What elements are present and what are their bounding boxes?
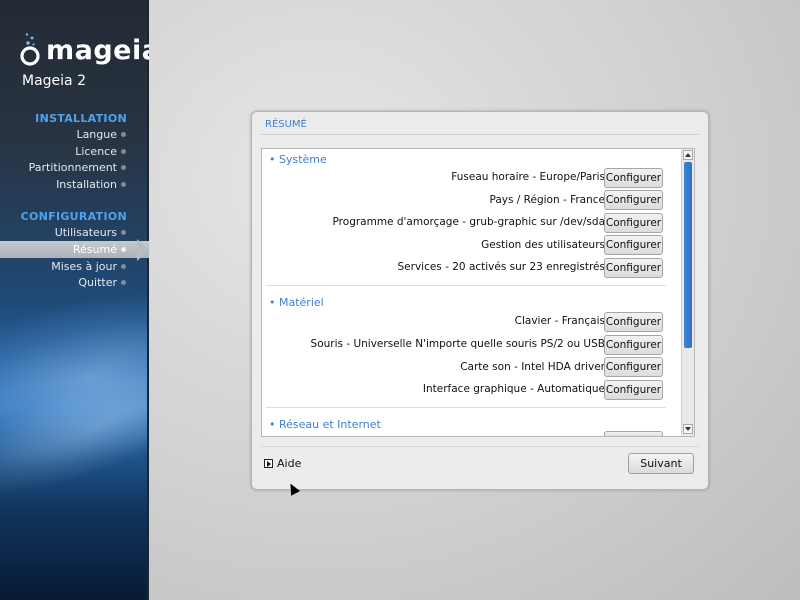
step-bullet-icon [121, 230, 126, 235]
configure-bootloader-button[interactable]: Configurer [604, 213, 663, 233]
section-title-configuration: CONFIGURATION [20, 210, 127, 223]
next-button[interactable]: Suivant [628, 453, 694, 474]
scrollbar-thumb[interactable] [684, 162, 692, 348]
step-quitter: Quitter [0, 274, 149, 291]
step-bullet-icon [121, 264, 126, 269]
help-label: Aide [277, 457, 302, 470]
configure-keyboard-button[interactable]: Configurer [604, 312, 663, 332]
footer-divider [261, 446, 699, 447]
summary-row-label: Programme d'amorçage - grub-graphic sur … [332, 216, 605, 228]
summary-row-label: Pays / Région - France [489, 194, 605, 206]
step-mises-a-jour: Mises à jour [0, 258, 149, 275]
configure-sound-card-button[interactable]: Configurer [604, 357, 663, 377]
summary-list: • Système Fuseau horaire - Europe/Paris … [261, 148, 695, 437]
section-header-reseau: • Réseau et Internet [269, 418, 381, 431]
step-label: Installation [56, 178, 117, 191]
step-bullet-icon [121, 247, 126, 252]
step-label: Quitter [78, 276, 117, 289]
configure-services-button[interactable]: Configurer [604, 258, 663, 278]
mageia-logo-icon [20, 33, 40, 66]
section-divider [266, 407, 666, 408]
expand-arrow-icon[interactable] [264, 459, 273, 468]
vertical-scrollbar[interactable] [681, 149, 694, 436]
configure-graphical-interface-button[interactable]: Configurer [604, 380, 663, 400]
configure-users-button[interactable]: Configurer [604, 235, 663, 255]
section-header-materiel: • Matériel [269, 296, 324, 309]
step-bullet-icon [121, 149, 126, 154]
step-installation: Installation [0, 176, 149, 193]
summary-row-label: Carte son - Intel HDA driver [460, 361, 605, 373]
step-label: Licence [75, 145, 117, 158]
scroll-up-arrow-icon[interactable] [683, 150, 693, 160]
scroll-down-arrow-icon[interactable] [683, 424, 693, 434]
configure-mouse-button[interactable]: Configurer [604, 335, 663, 355]
summary-row-label: Interface graphique - Automatique [422, 383, 605, 395]
step-bullet-icon [121, 132, 126, 137]
step-bullet-icon [121, 182, 126, 187]
step-label: Mises à jour [51, 260, 117, 273]
mageia-logo: mageia [18, 30, 149, 70]
step-resume-active: Résumé [0, 241, 149, 258]
logo-wordmark: mageia [46, 34, 149, 66]
step-utilisateurs: Utilisateurs [0, 224, 149, 241]
configure-timezone-button[interactable]: Configurer [604, 168, 663, 188]
summary-row-label: Services - 20 activés sur 23 enregistrés [397, 261, 606, 273]
summary-row-label: Clavier - Français [514, 315, 605, 327]
step-licence: Licence [0, 143, 149, 160]
sidebar-edge [147, 0, 149, 600]
configure-country-button[interactable]: Configurer [604, 190, 663, 210]
summary-row-label: Souris - Universelle N'importe quelle so… [310, 338, 605, 350]
product-name: Mageia 2 [22, 73, 86, 89]
step-label: Utilisateurs [54, 226, 117, 239]
active-step-arrow-icon [137, 239, 149, 261]
summary-row-label: Gestion des utilisateurs [481, 239, 605, 251]
step-label: Résumé [72, 243, 117, 256]
section-header-systeme: • Système [269, 153, 327, 166]
sidebar: mageia Mageia 2 INSTALLATION Langue Lice… [0, 0, 149, 600]
step-label: Partitionnement [28, 161, 117, 174]
dialog-title: RÉSUMÉ [265, 119, 307, 130]
step-label: Langue [76, 128, 117, 141]
step-bullet-icon [121, 280, 126, 285]
help-toggle[interactable]: Aide [264, 457, 301, 470]
summary-dialog: RÉSUMÉ • Système Fuseau horaire - Europe… [251, 111, 709, 490]
section-divider [266, 285, 666, 286]
title-divider [261, 134, 699, 135]
section-title-installation: INSTALLATION [35, 112, 127, 125]
step-bullet-icon [121, 165, 126, 170]
summary-row-label: Fuseau horaire - Europe/Paris [451, 171, 605, 183]
step-partitionnement: Partitionnement [0, 159, 149, 176]
step-langue: Langue [0, 126, 149, 143]
configure-network-button-partial[interactable] [604, 431, 663, 436]
